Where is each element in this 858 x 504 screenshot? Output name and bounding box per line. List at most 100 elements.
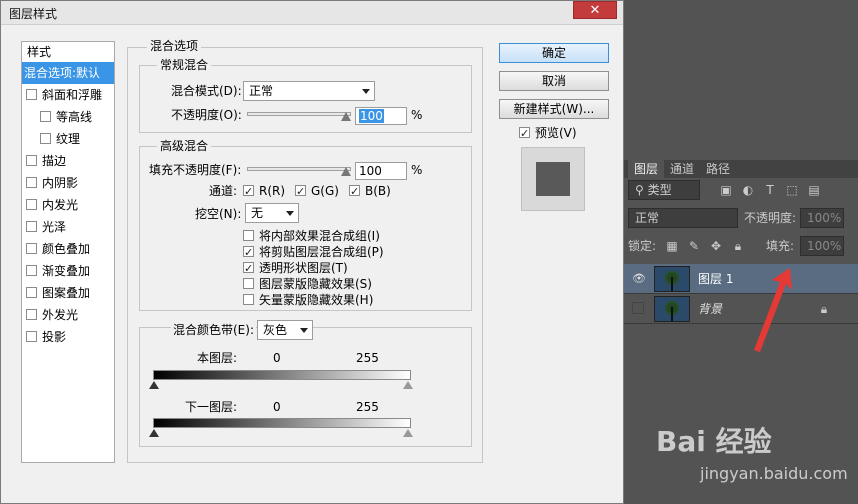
knockout-label: 挖空(N): [195,207,242,221]
panel-tabs: 图层 通道 路径 [624,160,858,178]
smart-filter-icon[interactable]: ▤ [806,182,822,198]
lock-icon: 🔒︎ [820,302,828,316]
style-checkbox[interactable] [40,111,51,122]
layer-thumbnail [654,266,690,292]
ok-button[interactable]: 确定 [499,43,609,63]
style-checkbox[interactable] [26,177,37,188]
image-filter-icon[interactable]: ▣ [718,182,734,198]
style-item-color-overlay[interactable]: 颜色叠加 [22,238,114,260]
dialog-titlebar: 图层样式 ✕ [1,1,623,25]
option-checkbox[interactable] [243,260,254,278]
annotation-arrow [754,268,792,352]
preview-checkbox[interactable] [519,125,530,143]
style-checkbox[interactable] [26,199,37,210]
preview-toggle[interactable]: 预览(V) [519,124,577,143]
style-preview [521,147,585,211]
blend-mode-label: 混合模式(D): [171,84,242,98]
channel-g-checkbox[interactable] [295,183,306,201]
layer-blend-mode[interactable]: 正常 [628,208,738,228]
style-checkbox[interactable] [40,133,51,144]
style-item-outer-glow[interactable]: 外发光 [22,304,114,326]
style-item-inner-glow[interactable]: 内发光 [22,194,114,216]
new-style-button[interactable]: 新建样式(W)... [499,99,609,119]
underlying-gradient [153,418,411,428]
lock-position-icon[interactable]: ✥ [708,238,724,254]
style-list-header: 样式 [27,45,52,59]
text-filter-icon[interactable]: T [762,182,778,198]
fill-opacity-input[interactable]: 100 [355,162,407,180]
this-layer-gradient [153,370,411,380]
layer-fill-input[interactable]: 100% [800,236,844,256]
layer-kind-filter[interactable]: ⚲ 类型 [628,180,700,200]
layer-thumbnail [654,296,690,322]
channel-g[interactable]: G(G) [295,182,339,201]
style-checkbox[interactable] [26,309,37,320]
option-checkbox[interactable] [243,294,254,305]
style-checkbox[interactable] [26,265,37,276]
style-item-pattern-overlay[interactable]: 图案叠加 [22,282,114,304]
style-checkbox[interactable] [26,221,37,232]
style-list: 样式 混合选项:默认 斜面和浮雕 等高线 纹理 描边 内阴影 内发光 光泽 颜色… [21,41,115,463]
eye-icon[interactable]: 👁︎ [632,272,646,285]
style-item-drop-shadow[interactable]: 投影 [22,326,114,348]
search-icon: ⚲ [635,183,648,197]
style-item-texture[interactable]: 纹理 [22,128,114,150]
style-checkbox[interactable] [26,287,37,298]
style-checkbox[interactable] [26,331,37,342]
channels-label: 通道: [209,184,238,198]
blend-if-select[interactable]: 灰色 [257,320,313,340]
style-item-inner-shadow[interactable]: 内阴影 [22,172,114,194]
shape-filter-icon[interactable]: ⬚ [784,182,800,198]
baidu-jingyan-logo: Bai 经验 [656,425,772,458]
tab-paths[interactable]: 路径 [700,160,736,178]
tab-channels[interactable]: 通道 [664,160,700,178]
option-checkbox[interactable] [243,244,254,262]
style-checkbox[interactable] [26,155,37,166]
option-vector-mask-hides[interactable]: 矢量蒙版隐藏效果(H) [243,291,373,309]
cancel-button[interactable]: 取消 [499,71,609,91]
underlying-black-handle[interactable] [149,429,159,437]
style-checkbox[interactable] [26,89,37,100]
advanced-blending-title: 高级混合 [157,139,212,153]
style-item-contour[interactable]: 等高线 [22,106,114,128]
general-blending-title: 常规混合 [157,58,212,72]
lock-transparent-icon[interactable]: ▦ [664,238,680,254]
layer-opacity-label: 不透明度: [744,211,797,225]
channel-b-checkbox[interactable] [349,183,360,201]
style-item-gradient-overlay[interactable]: 渐变叠加 [22,260,114,282]
close-button[interactable]: ✕ [573,1,617,19]
channel-b[interactable]: B(B) [349,182,391,201]
style-checkbox[interactable] [26,243,37,254]
opacity-slider-thumb[interactable] [341,112,351,121]
fill-opacity-slider-thumb[interactable] [341,167,351,176]
style-item-satin[interactable]: 光泽 [22,216,114,238]
tab-layers[interactable]: 图层 [628,160,665,178]
layer-opacity-input[interactable]: 100% [800,208,844,228]
lock-all-icon[interactable]: 🔒︎ [730,238,746,254]
underlying-white-handle[interactable] [403,429,413,437]
this-layer-black-handle[interactable] [149,381,159,389]
opacity-input[interactable]: 100 [355,107,407,125]
option-checkbox[interactable] [243,230,254,241]
fill-opacity-percent: % [411,163,423,177]
channel-r[interactable]: R(R) [243,182,285,201]
layer-name[interactable]: 图层 1 [698,270,733,288]
lock-image-icon[interactable]: ✎ [686,238,702,254]
style-item-blending-options[interactable]: 混合选项:默认 [22,62,114,84]
this-layer-white-handle[interactable] [403,381,413,389]
opacity-slider[interactable] [247,112,351,116]
option-checkbox[interactable] [243,278,254,289]
fill-opacity-slider[interactable] [247,167,351,171]
dialog-title: 图层样式 [9,7,58,21]
blend-mode-select[interactable]: 正常 [243,81,375,101]
knockout-select[interactable]: 无 [245,203,299,223]
style-item-bevel-emboss[interactable]: 斜面和浮雕 [22,84,114,106]
layer-name[interactable]: 背景 [698,300,722,318]
adjust-filter-icon[interactable]: ◐ [740,182,756,198]
this-layer-min: 0 [273,351,281,365]
fill-label: 填充: [766,239,795,253]
visibility-toggle[interactable] [632,302,644,314]
lock-label: 锁定: [628,239,657,253]
style-item-stroke[interactable]: 描边 [22,150,114,172]
channel-r-checkbox[interactable] [243,183,254,201]
